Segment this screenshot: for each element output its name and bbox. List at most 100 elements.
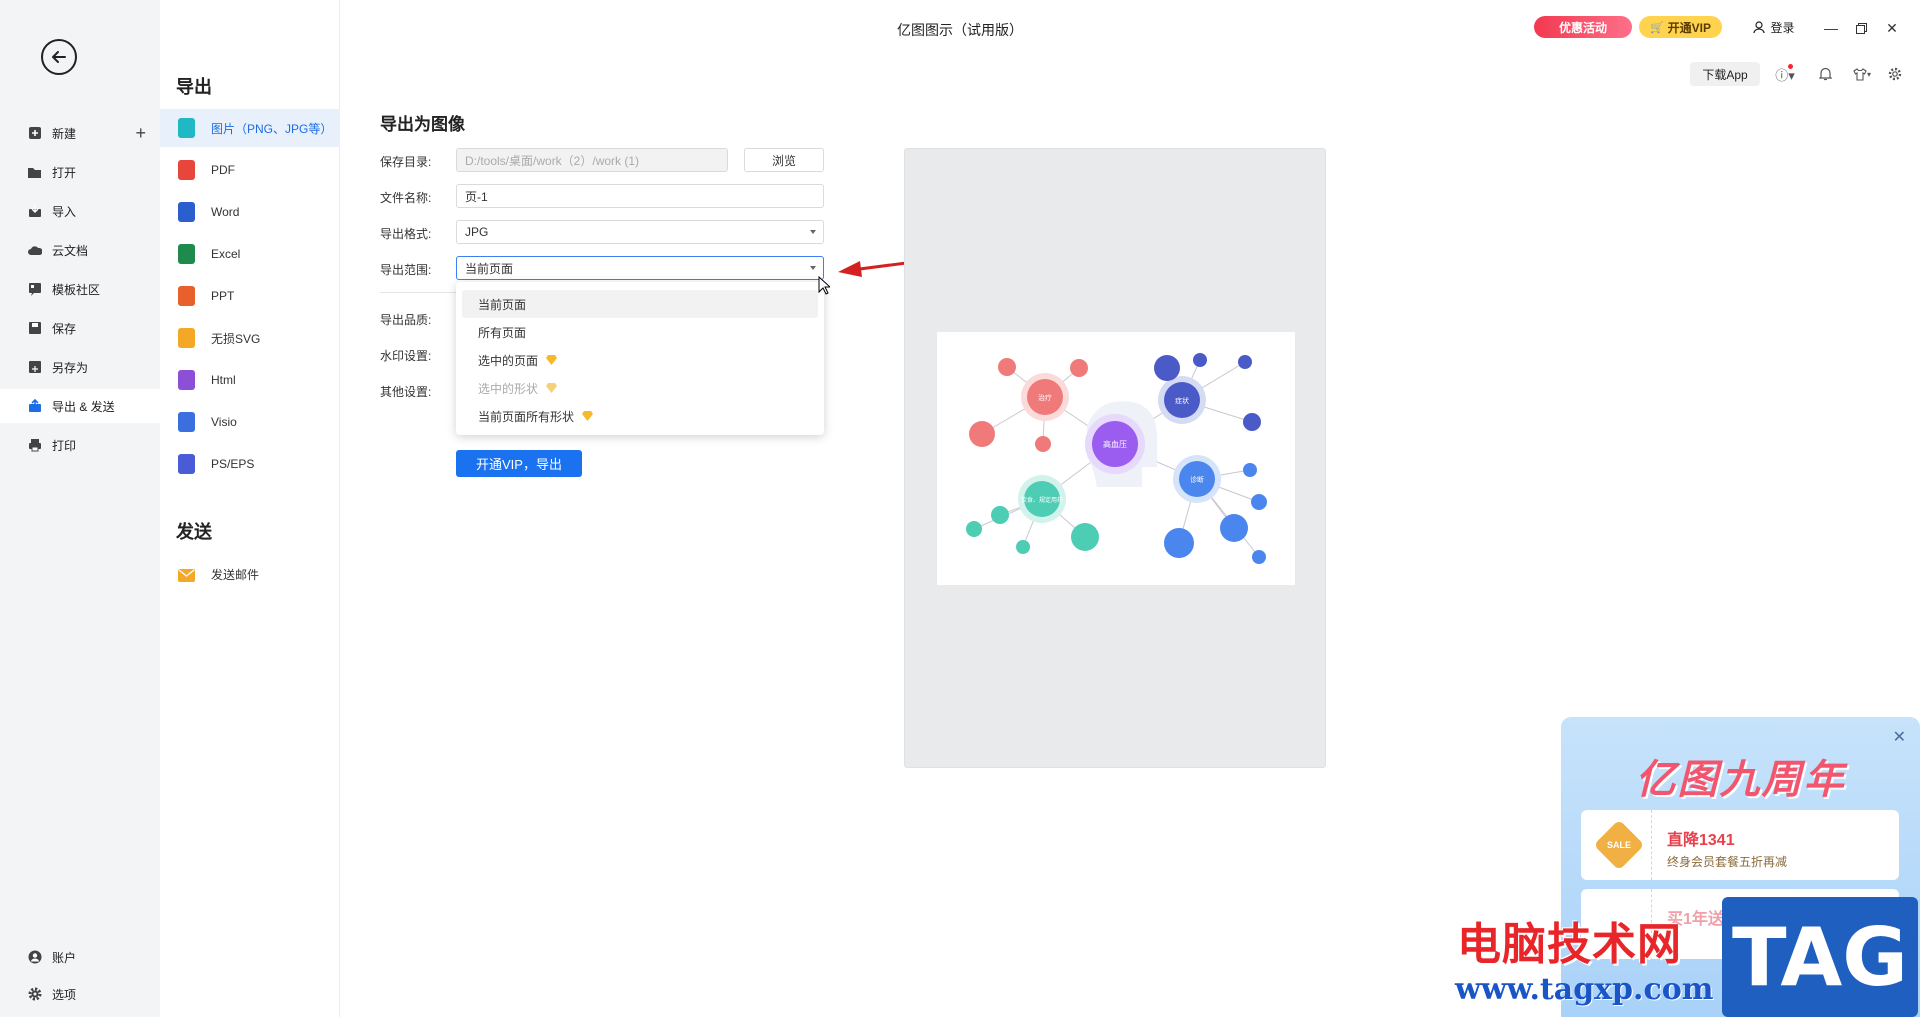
minimize-button[interactable]: — [1821,18,1841,38]
sale-badge-text: SALE [1606,840,1632,851]
folder-icon [27,165,42,180]
arrow-left-icon [52,51,66,63]
promo-close-button[interactable]: ✕ [1893,727,1906,747]
format-value: JPG [465,225,489,239]
other-settings-label: 其他设置: [380,385,432,399]
nav-item-label: 保存 [52,321,77,336]
browse-button[interactable]: 浏览 [744,148,824,172]
caret-down-icon [810,266,816,270]
nav-item-label: 导出 & 发送 [52,399,115,414]
format-select[interactable]: JPG [456,220,824,244]
range-option[interactable]: 当前页面 [462,290,818,318]
watermark-text: 电脑技术网 [1457,919,1682,970]
vip-export-button[interactable]: 开通VIP，导出 [456,450,582,477]
promo-card-subtitle: 终身会员套餐五折再减 [1667,855,1788,869]
word-file-icon [178,202,195,222]
svg-file-icon [178,328,195,348]
range-option-label: 所有页面 [478,325,527,340]
quality-label: 导出品质: [380,313,432,327]
export-type-item[interactable]: Html [160,361,340,399]
nav-item-export-send[interactable]: 导出 & 发送 [0,389,160,423]
nav-item-import[interactable]: 导入 [0,194,160,228]
help-button[interactable]: ⓘ▾ [1775,64,1795,83]
chevron-down-icon: ▾ [1866,69,1871,79]
export-type-item[interactable]: 图片（PNG、JPG等） [160,109,340,147]
send-item-label: 发送邮件 [211,567,260,582]
range-option[interactable]: 当前页面所有形状 [462,402,818,430]
export-type-label: 无损SVG [211,331,261,346]
close-icon: ✕ [1892,729,1906,746]
range-option[interactable]: 选中的页面 [462,346,818,374]
send-item-email[interactable]: 发送邮件 [160,555,340,593]
nav-item-save[interactable]: 保存 [0,311,160,345]
visio-file-icon [178,412,195,432]
export-type-item[interactable]: PS/EPS [160,445,340,483]
range-value: 当前页面 [465,261,514,276]
nav-item-open[interactable]: 打开 [0,155,160,189]
back-button[interactable] [41,39,77,75]
preview-node-label: 诊断 [1190,475,1204,484]
import-icon [27,204,42,219]
filename-input[interactable]: 页-1 [456,184,824,208]
export-type-label: Excel [211,247,241,261]
export-type-item[interactable]: Visio [160,403,340,441]
export-type-item[interactable]: PPT [160,277,340,315]
restore-icon [1855,22,1867,34]
range-dropdown: 当前页面所有页面选中的页面选中的形状当前页面所有形状 [456,282,824,435]
plus-square-icon [27,126,42,141]
settings-button[interactable] [1885,65,1905,83]
export-type-label: PPT [211,289,235,303]
nav-item-label: 新建 [52,126,77,141]
close-window-button[interactable]: ✕ [1882,18,1902,38]
promo-activity-label: 优惠活动 [1558,20,1607,35]
ppt-file-icon [178,286,195,306]
export-type-label: Word [211,205,240,219]
user-icon [1753,21,1766,33]
close-icon: ✕ [1886,19,1898,36]
nav-item-cloud[interactable]: 云文档 [0,233,160,267]
nav-item-label: 选项 [52,987,77,1002]
nav-item-label: 模板社区 [52,282,101,297]
notification-dot [1788,64,1793,69]
export-type-item[interactable]: Excel [160,235,340,273]
skin-button[interactable]: ▾ [1848,65,1876,83]
print-icon [27,438,42,453]
export-type-item[interactable]: PDF [160,151,340,189]
range-option-label: 当前页面所有形状 [478,409,575,424]
nav-item-options[interactable]: 选项 [0,977,160,1011]
minimize-icon: — [1824,20,1838,36]
bell-icon [1818,67,1832,81]
bell-button[interactable] [1815,65,1835,83]
nav-item-new[interactable]: 新建 + [0,116,160,150]
image-file-icon [178,118,195,138]
export-type-item[interactable]: 无损SVG [160,319,340,357]
vip-button[interactable]: 🛒 开通VIP [1639,16,1722,38]
export-type-item[interactable]: Word [160,193,340,231]
promo-card[interactable]: SALE 直降1341 终身会员套餐五折再减 [1581,810,1899,880]
nav-item-account[interactable]: 账户 [0,940,160,974]
download-app-button[interactable]: 下载App [1690,62,1760,86]
nav-item-label: 导入 [52,204,77,219]
plus-icon[interactable]: + [135,123,146,144]
save-icon [27,321,42,336]
restore-button[interactable] [1851,18,1871,38]
nav-item-print[interactable]: 打印 [0,428,160,462]
left-nav: 新建 + 打开 导入 云文档 模板社区 保存 另存为 导出 & 发送 打印 账户… [0,0,160,1017]
nav-item-template[interactable]: 模板社区 [0,272,160,306]
preview-center-label: 高血压 [1103,439,1127,449]
nav-item-save-as[interactable]: 另存为 [0,350,160,384]
range-option[interactable]: 所有页面 [462,318,818,346]
save-dir-input[interactable]: D:/tools/桌面/work（2）/work (1) [456,148,728,172]
save-as-icon [27,360,42,375]
send-section-title: 发送 [176,522,212,542]
promo-title: 亿图九周年 [1635,758,1846,802]
range-select[interactable]: 当前页面 [456,256,824,280]
pdf-file-icon [178,160,195,180]
watermark-label: 水印设置: [380,349,432,363]
promo-activity-button[interactable]: 优惠活动 [1534,16,1632,38]
watermark-tag-logo: TAG [1722,897,1918,1017]
export-section-title: 导出 [176,77,212,97]
range-option-label: 选中的形状 [478,381,539,396]
mouse-cursor-icon [818,276,830,295]
login-button[interactable]: 登录 [1744,16,1804,38]
